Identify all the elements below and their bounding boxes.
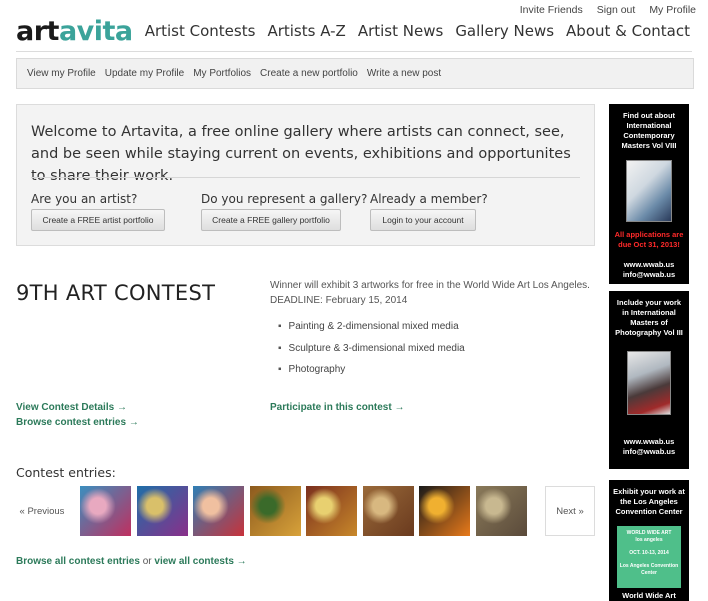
invite-friends-link[interactable]: Invite Friends (520, 4, 583, 16)
ad-deadline-text: All applications are due Oct 31, 2013! (614, 230, 684, 249)
entry-thumbnail[interactable] (419, 486, 470, 536)
convention-poster: WORLD WIDE ART los angeles OCT. 10-13, 2… (617, 526, 681, 588)
view-contest-details-link[interactable]: View Contest Details → (16, 402, 127, 413)
list-item: Sculpture & 3-dimensional mixed media (278, 343, 465, 365)
nav-artists-a-z[interactable]: Artists A-Z (267, 22, 345, 40)
entry-thumbnail[interactable] (306, 486, 357, 536)
ad-text: Include your work in International Maste… (615, 298, 683, 337)
welcome-divider (31, 177, 580, 178)
ad-email: info@wwab.us (622, 447, 676, 456)
ad-masters-photography[interactable]: Include your work in International Maste… (609, 291, 689, 469)
ad-los-angeles-convention[interactable]: Exhibit your work at the Los Angeles Con… (609, 480, 689, 601)
gallery-question: Do you represent a gallery? (201, 192, 368, 206)
view-all-contests-link[interactable]: view all contests → (154, 556, 246, 567)
list-item: Photography (278, 364, 465, 386)
contest-deadline: DEADLINE: February 15, 2014 (270, 295, 408, 306)
book-cover-image (609, 160, 689, 222)
contest-entries-label: Contest entries: (16, 465, 116, 480)
create-artist-portfolio-button[interactable]: Create a FREE artist portfolio (31, 209, 165, 231)
ad-contemporary-masters[interactable]: Find out about International Contemporar… (609, 104, 689, 284)
welcome-box: Welcome to Artavita, a free online galle… (16, 104, 595, 246)
logo-part-avita: avita (58, 16, 133, 47)
create-gallery-portfolio-button[interactable]: Create a FREE gallery portfolio (201, 209, 341, 231)
nav-gallery-news[interactable]: Gallery News (455, 22, 554, 40)
sign-out-link[interactable]: Sign out (597, 4, 636, 16)
participate-link[interactable]: Participate in this contest → (270, 402, 404, 413)
list-item: Painting & 2-dimensional mixed media (278, 321, 465, 343)
account-subnav: View my Profile Update my Profile My Por… (16, 58, 694, 89)
top-links: Invite Friends Sign out My Profile (520, 4, 696, 16)
nav-artist-contests[interactable]: Artist Contests (145, 22, 256, 40)
artist-question: Are you an artist? (31, 192, 138, 206)
subnav-my-portfolios[interactable]: My Portfolios (193, 68, 251, 79)
login-button[interactable]: Login to your account (370, 209, 476, 231)
poster-venue: Los Angeles Convention Center (619, 563, 679, 576)
nav-about-contact[interactable]: About & Contact (566, 22, 690, 40)
entry-thumbnail[interactable] (136, 486, 188, 536)
subnav-update-profile[interactable]: Update my Profile (105, 68, 184, 79)
logo-part-art: art (16, 16, 59, 47)
ad-website: www.wwab.us (623, 437, 675, 446)
poster-title: WORLD WIDE ART (626, 530, 672, 536)
browse-all-entries-link[interactable]: Browse all contest entries (16, 556, 140, 567)
entry-thumbnail[interactable] (193, 486, 244, 536)
or-text: or (142, 556, 152, 567)
entry-thumbnail[interactable] (249, 486, 301, 536)
ad-website: www.wwab.us (623, 260, 675, 269)
contest-categories: Painting & 2-dimensional mixed media Scu… (278, 321, 465, 386)
subnav-write-post[interactable]: Write a new post (367, 68, 441, 79)
subnav-view-profile[interactable]: View my Profile (27, 68, 96, 79)
book-cover-image (609, 351, 689, 415)
ad-text: Exhibit your work at the Los Angeles Con… (613, 487, 685, 516)
entry-thumbnail[interactable] (362, 486, 414, 536)
ad-footer: World Wide Art (622, 591, 676, 600)
artavita-logo[interactable]: artavita (16, 18, 133, 45)
poster-dates: OCT. 10-13, 2014 (629, 550, 669, 556)
ad-email: info@wwab.us (622, 270, 676, 279)
contest-description: Winner will exhibit 3 artworks for free … (270, 278, 600, 308)
contest-title: 9TH ART CONTEST (16, 281, 216, 305)
poster-city: los angeles (635, 537, 663, 543)
main-nav: Artist Contests Artists A-Z Artist News … (145, 22, 690, 40)
browse-contest-entries-link[interactable]: Browse contest entries → (16, 417, 139, 428)
subnav-create-portfolio[interactable]: Create a new portfolio (260, 68, 358, 79)
nav-artist-news[interactable]: Artist News (358, 22, 443, 40)
entry-thumbnail[interactable] (80, 486, 131, 536)
previous-button[interactable]: « Previous (16, 486, 68, 536)
browse-all-line: Browse all contest entries or view all c… (16, 556, 247, 567)
ad-text: Find out about International Contemporar… (621, 111, 677, 150)
my-profile-link[interactable]: My Profile (649, 4, 696, 16)
next-button[interactable]: Next » (545, 486, 595, 536)
entry-thumbnail[interactable] (475, 486, 527, 536)
contest-summary: Winner will exhibit 3 artworks for free … (270, 280, 590, 291)
header-divider (16, 51, 692, 52)
member-question: Already a member? (370, 192, 488, 206)
